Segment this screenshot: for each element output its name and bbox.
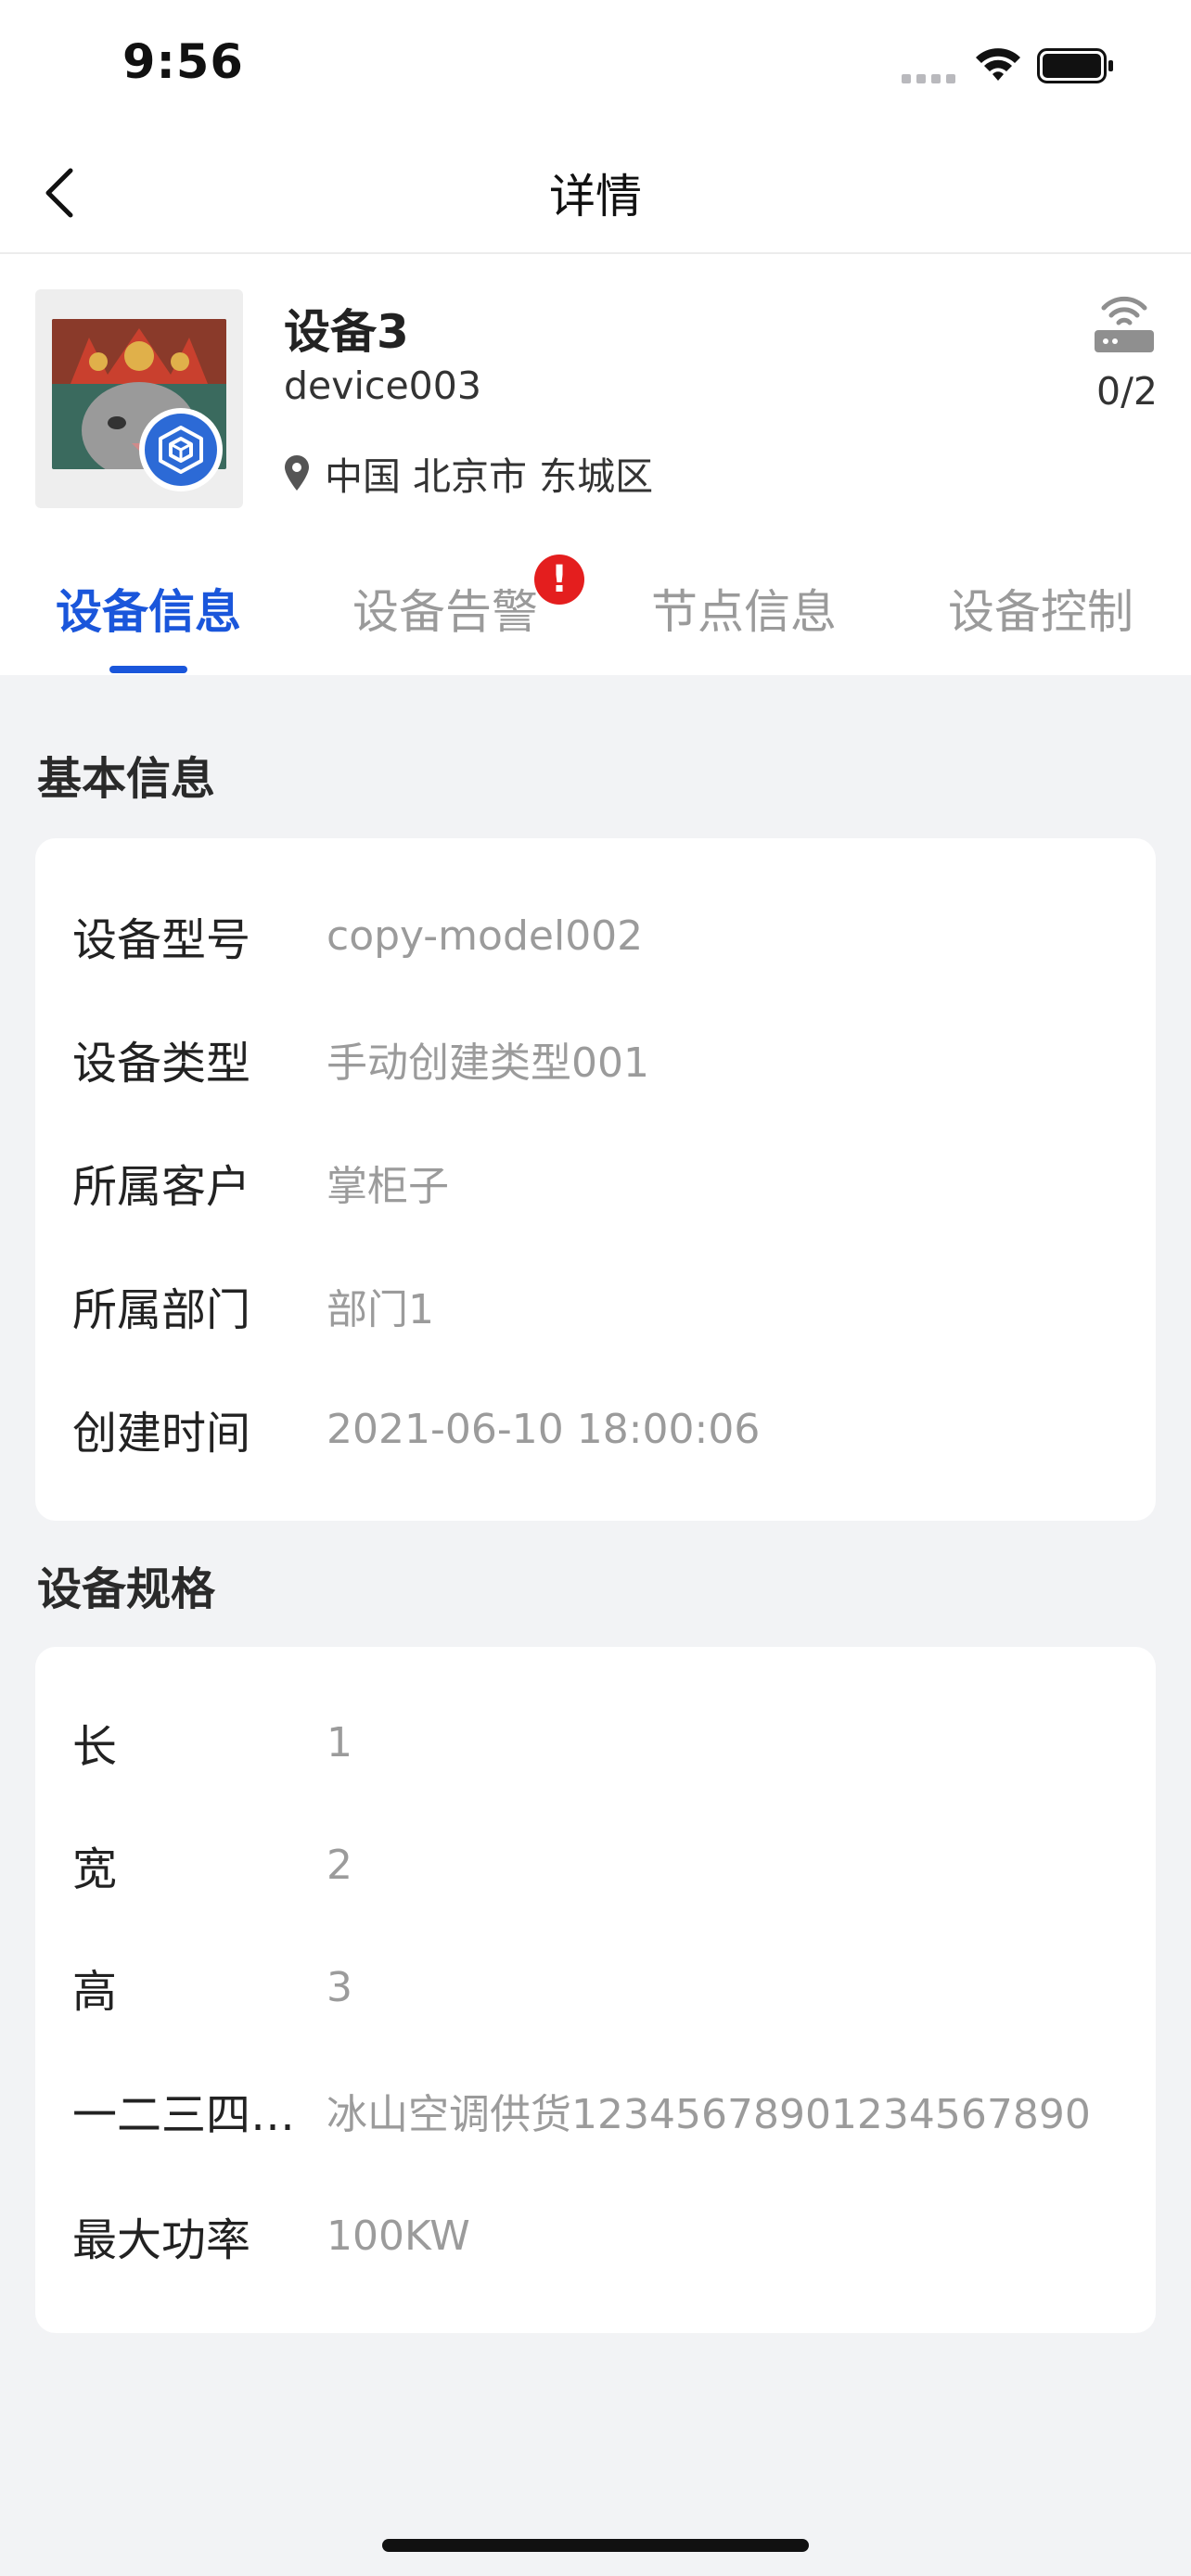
spec-value: 1 — [327, 1718, 352, 1766]
spec-value: 3 — [327, 1963, 352, 2011]
nav-divider — [0, 252, 1191, 254]
info-row: 创建时间 2021-06-10 18:00:06 — [72, 1396, 1128, 1461]
signal-icon — [902, 74, 957, 83]
device-code: device003 — [284, 363, 481, 408]
spec-value: 100KW — [327, 2212, 470, 2260]
tab-device-alarm[interactable]: 设备告警 — [352, 575, 538, 649]
info-row: 设备型号 copy-model002 — [72, 903, 1128, 968]
device-location: 中国 北京市 东城区 — [284, 445, 653, 501]
info-row: 所属部门 部门1 — [72, 1273, 1128, 1338]
section-title-basic-info: 基本信息 — [37, 753, 216, 805]
spec-value: 冰山空调供货12345678901234567890 — [327, 2091, 1091, 2138]
info-label: 设备型号 — [72, 914, 251, 966]
info-value: 掌柜子 — [327, 1163, 449, 1210]
info-label: 所属客户 — [72, 1161, 251, 1213]
home-indicator — [382, 2539, 809, 2552]
tab-node-info[interactable]: 节点信息 — [651, 575, 837, 649]
status-time: 9:56 — [122, 35, 244, 90]
spec-label: 一二三四… — [72, 2089, 296, 2141]
info-row: 设备类型 手动创建类型001 — [72, 1027, 1128, 1091]
tab-device-info[interactable]: 设备信息 — [56, 575, 241, 649]
spec-row: 宽 2 — [72, 1832, 1128, 1897]
wifi-icon — [976, 48, 1020, 81]
spec-row: 一二三四… 冰山空调供货12345678901234567890 — [72, 2078, 1128, 2143]
tab-device-control[interactable]: 设备控制 — [948, 575, 1133, 649]
info-row: 所属客户 掌柜子 — [72, 1150, 1128, 1215]
spec-label: 长 — [72, 1721, 118, 1773]
info-value: 部门1 — [327, 1286, 434, 1333]
info-label: 创建时间 — [72, 1408, 251, 1460]
info-label: 设备类型 — [72, 1038, 251, 1090]
cube-icon — [159, 426, 203, 474]
spec-label: 最大功率 — [72, 2214, 251, 2266]
spec-row: 长 1 — [72, 1710, 1128, 1775]
battery-icon — [1037, 48, 1113, 83]
spec-row: 高 3 — [72, 1955, 1128, 2020]
spec-row: 最大功率 100KW — [72, 2203, 1128, 2268]
specs-card: 长 1 宽 2 高 3 一二三四… 冰山空调供货1234567890123456… — [35, 1647, 1156, 2333]
spec-label: 高 — [72, 1966, 118, 2018]
router-icon — [1095, 296, 1154, 352]
node-count: 0/2 — [1096, 369, 1158, 414]
tab-active-indicator — [109, 666, 187, 673]
basic-info-card: 设备型号 copy-model002 设备类型 手动创建类型001 所属客户 掌… — [35, 838, 1156, 1521]
info-value: 手动创建类型001 — [327, 1039, 649, 1087]
page-title: 详情 — [549, 170, 642, 223]
spec-label: 宽 — [72, 1843, 118, 1895]
info-label: 所属部门 — [72, 1284, 251, 1336]
device-thumbnail — [35, 289, 243, 508]
location-text: 中国 北京市 东城区 — [325, 454, 654, 499]
location-pin-icon — [285, 455, 309, 491]
section-title-specs: 设备规格 — [37, 1563, 216, 1615]
device-name: 设备3 — [284, 305, 409, 359]
info-value: 2021-06-10 18:00:06 — [327, 1405, 761, 1453]
info-value: copy-model002 — [327, 912, 644, 960]
device-type-badge — [139, 408, 223, 491]
spec-value: 2 — [327, 1841, 352, 1889]
alert-badge: ! — [534, 555, 584, 605]
header-panel: 9:56 详情 设备3 device003 中国 北京市 东城区 0/2 设备信… — [0, 0, 1191, 675]
